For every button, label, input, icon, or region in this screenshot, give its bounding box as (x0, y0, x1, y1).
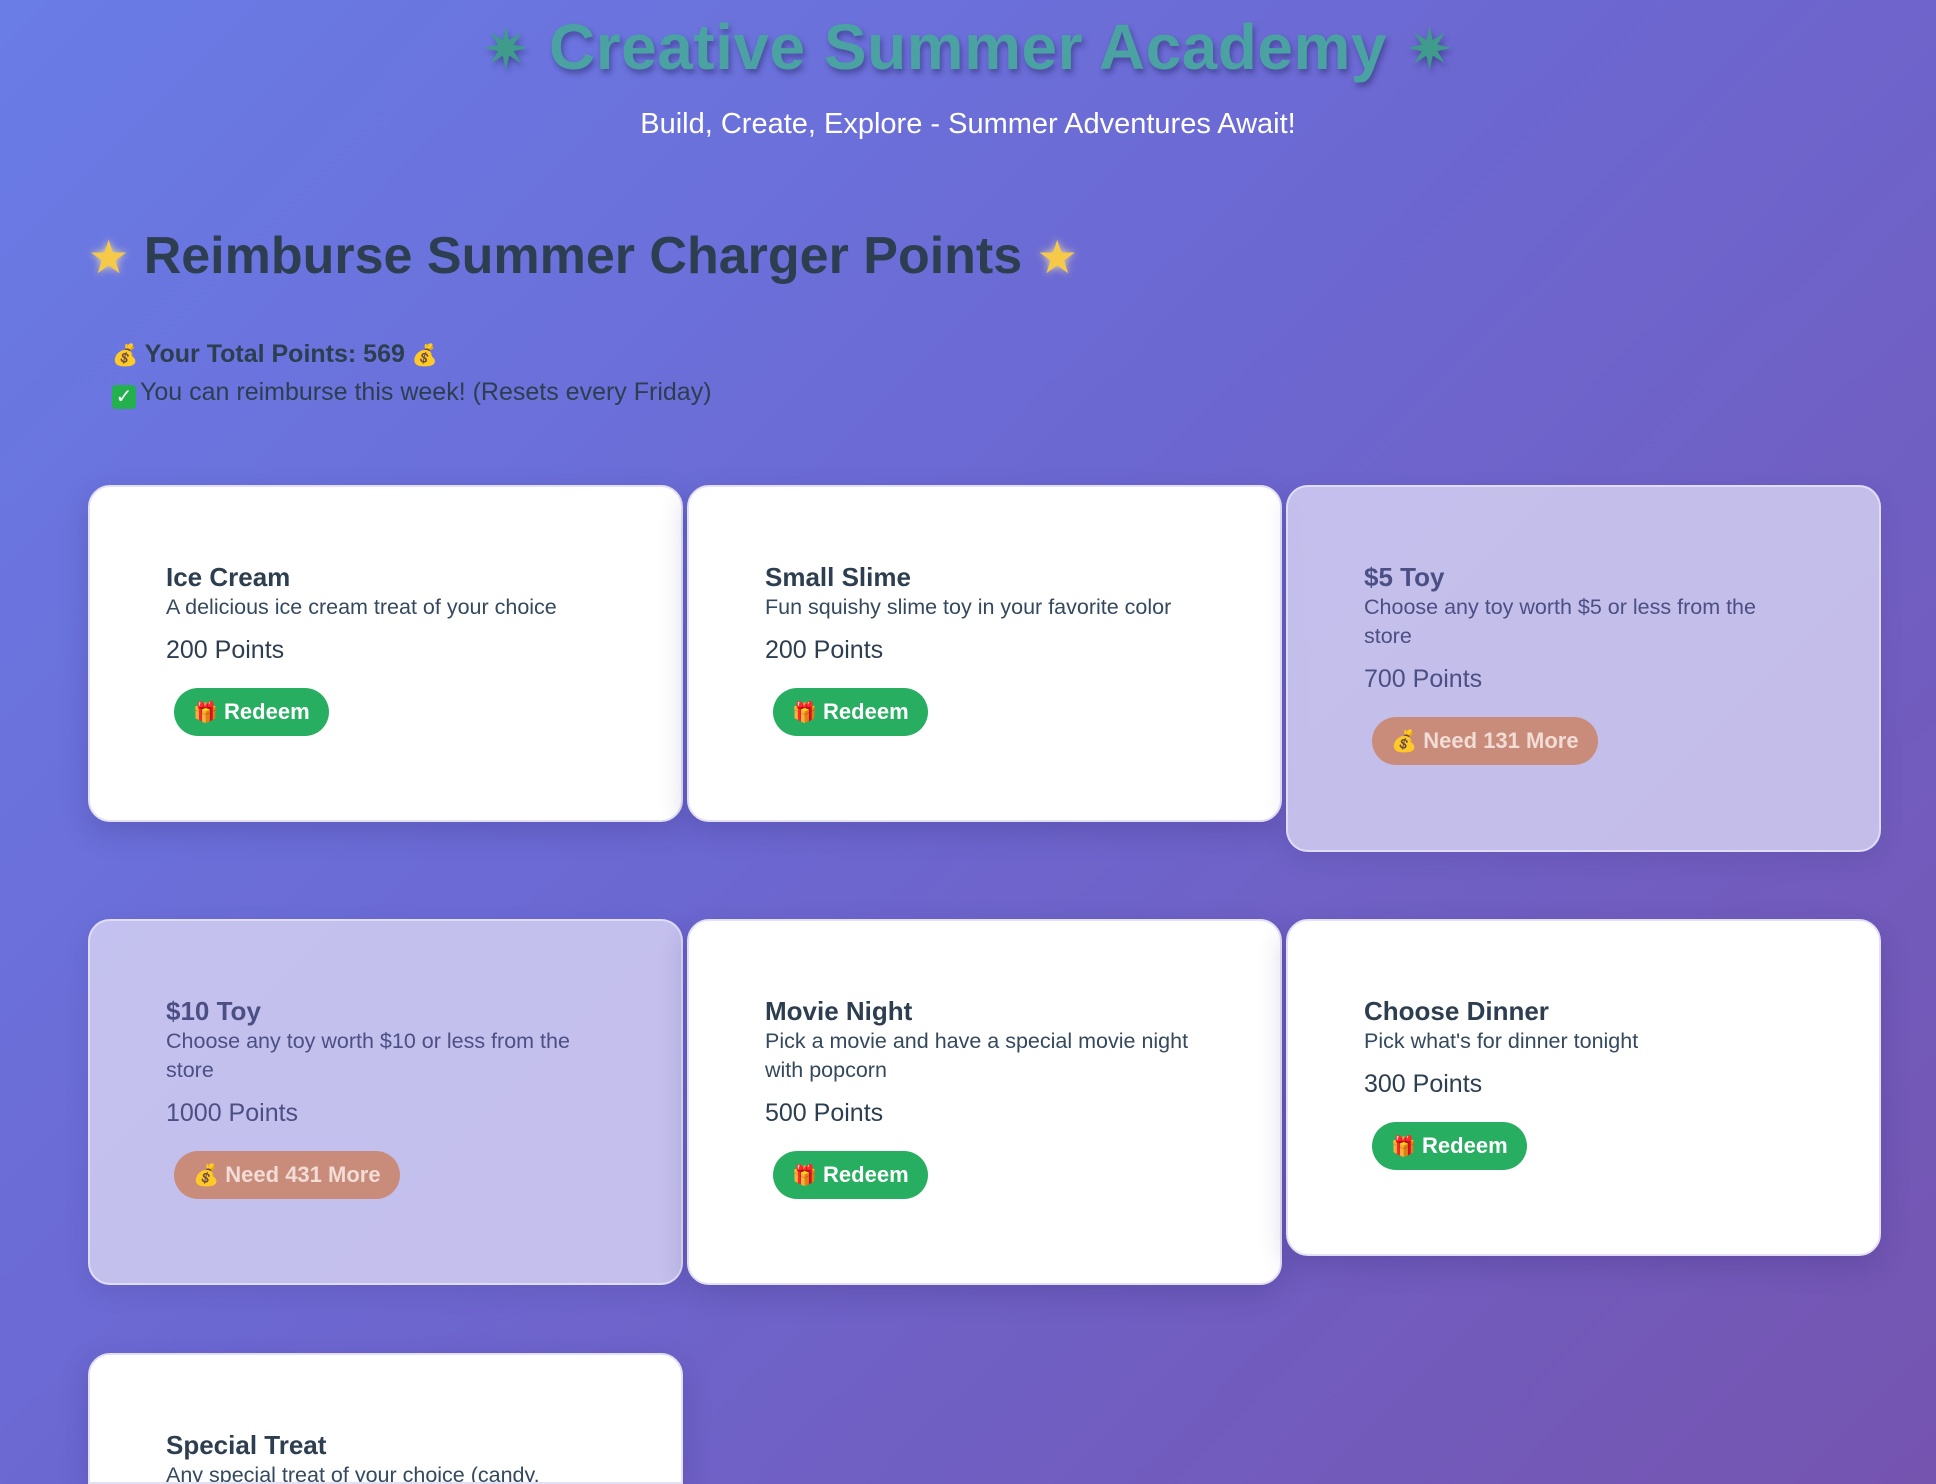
money-bag-icon: 💰 (1391, 730, 1418, 753)
reward-name: Movie Night (765, 996, 913, 1026)
gift-icon: 🎁 (792, 702, 817, 724)
reward-cost: 200 Points (166, 636, 285, 664)
redeem-button-label: Redeem (823, 1162, 909, 1187)
redeem-button[interactable]: 🎁 Redeem (773, 1151, 928, 1199)
points-summary: 💰 Your Total Points: 569 💰 ✓ You can reim… (112, 336, 712, 410)
page: ✷ Creative Summer Academy ✷ Build, Creat… (0, 0, 1936, 1484)
reward-cost: 700 Points (1364, 665, 1483, 693)
reward-description: A delicious ice cream treat of your choi… (166, 595, 557, 619)
reward-card-choose-dinner: Choose Dinner Pick what's for dinner ton… (1286, 919, 1881, 1256)
site-subtitle: Build, Create, Explore - Summer Adventur… (640, 108, 1296, 140)
reward-card-10-dollar-toy: $10 Toy Choose any toy worth $10 or less… (88, 919, 683, 1285)
reward-card-small-slime: Small Slime Fun squishy slime toy in you… (687, 485, 1282, 822)
money-bag-icon: 💰 (193, 1164, 220, 1187)
site-title: ✷ Creative Summer Academy ✷ (0, 6, 1936, 91)
points-status-text: You can reimburse this week! (Resets eve… (140, 378, 712, 406)
reward-card-ice-cream: Ice Cream A delicious ice cream treat of… (88, 485, 683, 822)
reward-name: Ice Cream (166, 562, 291, 592)
reward-card-special-treat: Special Treat Any special treat of your … (88, 1353, 683, 1484)
reward-name: Small Slime (765, 562, 911, 592)
section-title: ★ Reimburse Summer Charger Points ★ (88, 222, 1078, 291)
reward-cost: 500 Points (765, 1099, 884, 1127)
money-bag-icon: 💰 (112, 344, 139, 367)
gift-icon: 🎁 (792, 1165, 817, 1187)
reward-name: Special Treat (166, 1430, 327, 1460)
reward-name: $10 Toy (166, 996, 261, 1026)
check-mark-icon: ✓ (112, 385, 136, 409)
redeem-button-label: Redeem (823, 699, 909, 724)
redeem-button[interactable]: 🎁 Redeem (174, 688, 329, 736)
reward-card-movie-night: Movie Night Pick a movie and have a spec… (687, 919, 1282, 1285)
reward-description: Pick what's for dinner tonight (1364, 1029, 1639, 1053)
reward-description: Fun squishy slime toy in your favorite c… (765, 595, 1172, 619)
section-title-text: Reimburse Summer Charger Points (143, 227, 1023, 285)
money-bag-icon: 💰 (411, 344, 438, 367)
reward-name: Choose Dinner (1364, 996, 1549, 1026)
reward-card-5-dollar-toy: $5 Toy Choose any toy worth $5 or less f… (1286, 485, 1881, 852)
need-more-button-label: Need 431 More (225, 1162, 381, 1187)
redeem-button[interactable]: 🎁 Redeem (1372, 1122, 1527, 1170)
need-more-points-button[interactable]: 💰 Need 431 More (174, 1151, 400, 1199)
reward-name: $5 Toy (1364, 562, 1445, 592)
redeem-button-label: Redeem (1422, 1133, 1508, 1158)
site-title-text: Creative Summer Academy (549, 11, 1387, 83)
redeem-button-label: Redeem (224, 699, 310, 724)
reward-cost: 200 Points (765, 636, 884, 664)
redeem-button[interactable]: 🎁 Redeem (773, 688, 928, 736)
points-status: ✓ You can reimburse this week! (Resets ev… (112, 374, 712, 410)
reward-description: Choose any toy worth $10 or less from th… (166, 1029, 570, 1082)
gift-icon: 🎁 (1391, 1136, 1416, 1158)
need-more-button-label: Need 131 More (1423, 728, 1579, 753)
need-more-points-button[interactable]: 💰 Need 131 More (1372, 717, 1598, 765)
reward-description: Choose any toy worth $5 or less from the… (1364, 595, 1756, 648)
points-total-text: Your Total Points: 569 (144, 340, 405, 368)
points-total: 💰 Your Total Points: 569 💰 (112, 336, 712, 374)
glowing-star-icon: ★ (88, 231, 130, 283)
gift-icon: 🎁 (193, 702, 218, 724)
sparkle-star-icon: ✷ (1405, 17, 1455, 82)
reward-description: Pick a movie and have a special movie ni… (765, 1029, 1189, 1082)
reward-cost: 300 Points (1364, 1070, 1483, 1098)
reward-description: Any special treat of your choice (candy, (166, 1463, 540, 1484)
reward-cost: 1000 Points (166, 1099, 299, 1127)
sparkle-star-icon: ✷ (481, 17, 531, 82)
glowing-star-icon: ★ (1036, 231, 1078, 283)
